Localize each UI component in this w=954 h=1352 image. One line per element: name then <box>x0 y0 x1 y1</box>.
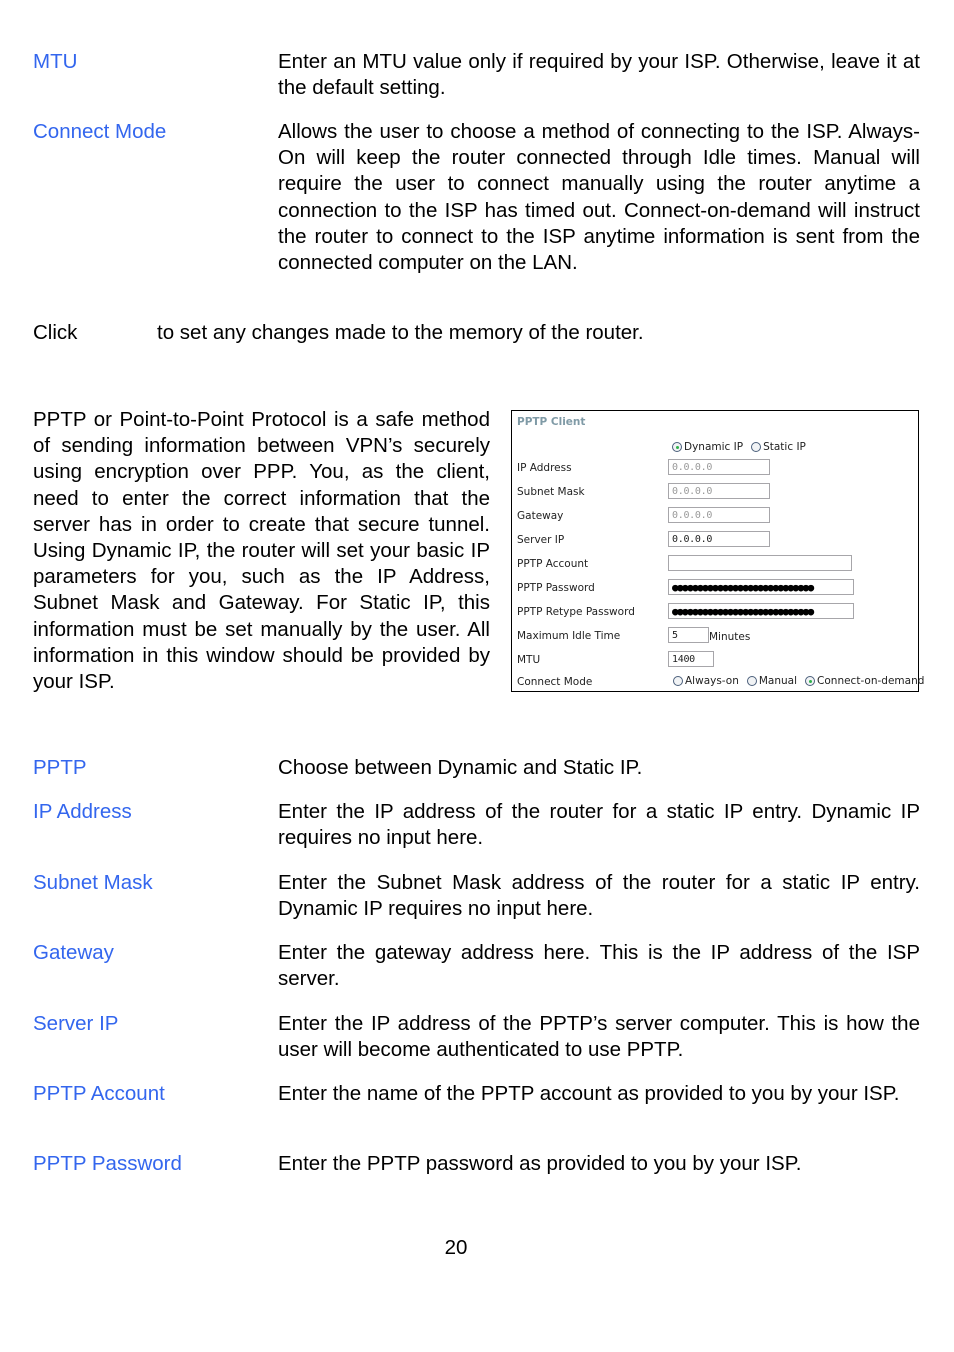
radio-dynamic-ip[interactable] <box>672 442 682 452</box>
page-number: 20 <box>444 1236 468 1259</box>
gateway-input[interactable]: 0.0.0.0 <box>668 507 770 523</box>
max-idle-time-unit: Minutes <box>709 631 751 643</box>
description-ip-address: Enter the IP address of the router for a… <box>278 800 920 850</box>
pptp-password-input[interactable]: ●●●●●●●●●●●●●●●●●●●●●●●●●●●● <box>668 579 854 595</box>
term-server-ip: Server IP <box>33 1012 119 1035</box>
description-gateway: Enter the gateway address here. This is … <box>278 941 920 991</box>
term-connect-mode: Connect Mode <box>33 120 167 143</box>
term-pptp: PPTP <box>33 756 87 779</box>
radio-manual-label: Manual <box>758 675 798 687</box>
radio-dynamic-ip-label: Dynamic IP <box>684 441 744 453</box>
description-subnet-mask: Enter the Subnet Mask address of the rou… <box>278 871 920 921</box>
connect-mode-radio-group: Always-on Manual Connect-on-demand <box>673 675 924 687</box>
click-prefix: Click <box>33 321 78 344</box>
label-pptp-password: PPTP Password <box>517 582 595 594</box>
radio-connect-on-demand-label: Connect-on-demand <box>817 675 925 687</box>
pptp-client-panel: PPTP Client Dynamic IP Static IP IP Addr… <box>511 410 924 692</box>
radio-always-on-label: Always-on <box>685 675 739 687</box>
description-mtu: Enter an MTU value only if required by y… <box>278 50 920 100</box>
radio-manual[interactable] <box>746 676 757 686</box>
term-subnet-mask: Subnet Mask <box>33 871 153 894</box>
term-mtu: MTU <box>33 50 78 73</box>
click-suffix: to set any changes made to the memory of… <box>157 321 644 344</box>
pptp-intro-paragraph: PPTP or Point-to-Point Protocol is a saf… <box>33 408 490 694</box>
description-pptp-account: Enter the name of the PPTP account as pr… <box>278 1082 900 1105</box>
term-ip-address: IP Address <box>33 800 132 823</box>
radio-connect-on-demand[interactable] <box>805 676 816 686</box>
label-max-idle-time: Maximum Idle Time <box>517 630 621 642</box>
label-pptp-account: PPTP Account <box>517 558 589 570</box>
description-server-ip: Enter the IP address of the PPTP’s serve… <box>278 1012 920 1062</box>
server-ip-input[interactable]: 0.0.0.0 <box>668 531 770 547</box>
ip-address-input[interactable]: 0.0.0.0 <box>668 459 770 475</box>
term-pptp-account: PPTP Account <box>33 1082 165 1105</box>
label-ip-address: IP Address <box>517 462 572 474</box>
panel-title: PPTP Client <box>517 416 586 428</box>
term-pptp-password: PPTP Password <box>33 1152 182 1175</box>
description-pptp: Choose between Dynamic and Static IP. <box>278 756 643 779</box>
label-server-ip: Server IP <box>517 534 565 546</box>
label-connect-mode: Connect Mode <box>517 676 593 688</box>
label-subnet-mask: Subnet Mask <box>517 486 585 498</box>
description-pptp-password: Enter the PPTP password as provided to y… <box>278 1152 802 1175</box>
description-connect-mode: Allows the user to choose a method of co… <box>278 120 920 275</box>
label-gateway: Gateway <box>517 510 564 522</box>
radio-always-on[interactable] <box>673 676 683 686</box>
label-pptp-retype-password: PPTP Retype Password <box>517 606 635 618</box>
max-idle-time-input[interactable]: 5 <box>668 627 709 643</box>
ip-mode-radio-group: Dynamic IP Static IP <box>672 441 814 453</box>
subnet-mask-input[interactable]: 0.0.0.0 <box>668 483 770 499</box>
pptp-retype-password-input[interactable]: ●●●●●●●●●●●●●●●●●●●●●●●●●●●● <box>668 603 854 619</box>
term-gateway: Gateway <box>33 941 114 964</box>
radio-static-ip[interactable] <box>751 442 762 452</box>
radio-static-ip-label: Static IP <box>763 441 806 453</box>
pptp-account-input[interactable] <box>668 555 852 571</box>
mtu-input[interactable]: 1400 <box>668 651 714 667</box>
label-mtu: MTU <box>517 654 541 666</box>
